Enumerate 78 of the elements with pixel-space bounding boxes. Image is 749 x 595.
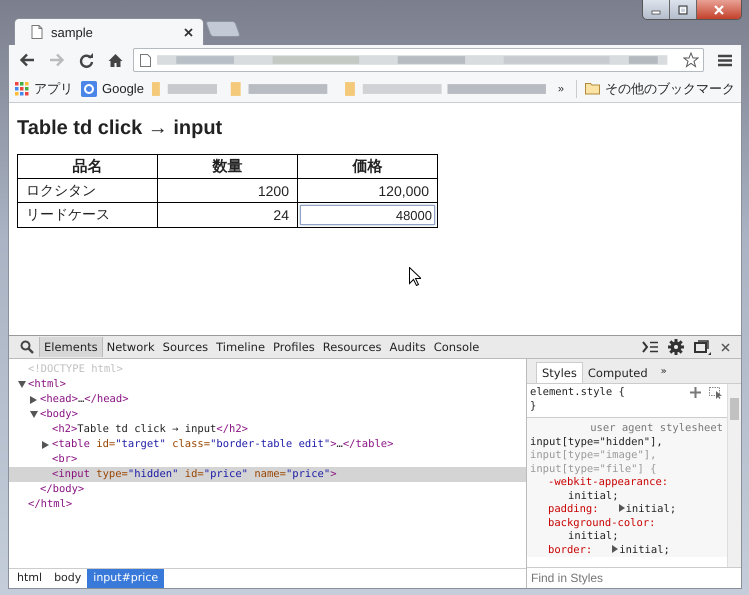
devtools-tab[interactable]: Audits bbox=[386, 337, 430, 357]
dom-node[interactable]: </html> bbox=[9, 497, 526, 512]
styles-tab[interactable]: Styles bbox=[536, 362, 583, 383]
table-cell[interactable]: 1200 bbox=[158, 178, 298, 202]
star-icon[interactable] bbox=[683, 52, 699, 68]
disclosure-triangle-icon[interactable] bbox=[18, 381, 26, 388]
styles-tab[interactable]: Computed bbox=[582, 363, 653, 383]
dom-node[interactable]: <body> bbox=[9, 407, 526, 422]
close-button[interactable] bbox=[697, 0, 741, 19]
dom-node[interactable]: <h2>Table td click → input</h2> bbox=[9, 422, 526, 437]
breadcrumb[interactable]: input#price bbox=[87, 569, 164, 588]
console-drawer-icon[interactable] bbox=[642, 341, 658, 353]
expand-triangle-icon[interactable] bbox=[612, 544, 618, 552]
other-bookmarks[interactable]: その他のブックマーク bbox=[576, 80, 735, 98]
bookmarks-overflow[interactable]: » bbox=[558, 82, 564, 94]
dom-node[interactable]: </body> bbox=[9, 482, 526, 497]
home-icon[interactable] bbox=[108, 52, 123, 68]
maximize-icon bbox=[677, 4, 689, 14]
disclosure-triangle-icon[interactable] bbox=[30, 396, 37, 404]
devtools-tab[interactable]: Resources bbox=[318, 337, 386, 357]
dom-node[interactable]: <html> bbox=[9, 377, 526, 392]
maximize-button[interactable] bbox=[670, 0, 697, 19]
disclosure-triangle-icon[interactable] bbox=[42, 441, 49, 449]
close-icon[interactable] bbox=[184, 28, 193, 36]
expand-triangle-icon[interactable] bbox=[618, 504, 625, 512]
disclosure-triangle-icon[interactable] bbox=[30, 411, 38, 418]
element-picker-icon[interactable] bbox=[709, 386, 723, 399]
bookmark-item[interactable]: アプリ bbox=[15, 80, 73, 98]
column-header: 価格 bbox=[298, 154, 438, 178]
column-header: 品名 bbox=[18, 154, 158, 178]
browser-tab[interactable]: sample bbox=[14, 18, 204, 45]
css-brace: } bbox=[530, 400, 538, 413]
dom-node[interactable]: <br> bbox=[9, 452, 526, 467]
page-heading: Table td click → input bbox=[17, 117, 224, 140]
devtools-tab[interactable]: Console bbox=[430, 337, 484, 357]
dom-node[interactable]: <table id="target" class="border-table edit">…</table> bbox=[9, 437, 526, 452]
column-header: 数量 bbox=[158, 154, 298, 178]
stylesheet-origin: user agent stylesheet bbox=[589, 422, 723, 436]
bookmark-item[interactable]: Google bbox=[81, 80, 144, 96]
back-icon[interactable] bbox=[19, 53, 35, 67]
close-icon bbox=[713, 4, 725, 14]
dom-node[interactable]: <head>…</head> bbox=[9, 392, 526, 407]
minimize-button[interactable] bbox=[643, 0, 670, 19]
more-tabs-button[interactable]: » bbox=[652, 366, 675, 383]
page-icon bbox=[140, 54, 151, 66]
apps-grid-icon bbox=[15, 82, 29, 96]
css-selector: input[type="hidden"], bbox=[530, 436, 664, 449]
settings-icon[interactable] bbox=[668, 339, 684, 355]
table-cell[interactable]: ロクシタン bbox=[18, 178, 158, 202]
table-cell[interactable]: 24 bbox=[158, 202, 298, 228]
css-property: border: initial; bbox=[547, 544, 671, 557]
tab-title: sample bbox=[51, 24, 94, 40]
page-icon bbox=[31, 25, 43, 39]
scrollbar[interactable] bbox=[727, 384, 741, 567]
dom-node[interactable]: <input type="hidden" id="price" name="price"> bbox=[9, 467, 526, 482]
css-property: padding: initial; bbox=[547, 503, 678, 516]
table-cell[interactable]: リードケース bbox=[18, 202, 158, 228]
breadcrumb[interactable]: body bbox=[48, 569, 88, 588]
css-selector: input[type="image"], bbox=[530, 449, 658, 462]
close-icon[interactable] bbox=[721, 342, 730, 352]
breadcrumb[interactable]: html bbox=[11, 569, 48, 588]
folder-icon bbox=[585, 82, 600, 95]
devtools-tab[interactable]: Sources bbox=[158, 337, 212, 357]
css-selector: element.style { bbox=[530, 386, 625, 400]
search-icon[interactable] bbox=[20, 340, 34, 354]
mouse-pointer-icon bbox=[409, 267, 421, 286]
menu-icon[interactable] bbox=[718, 54, 732, 66]
reload-icon[interactable] bbox=[79, 52, 94, 68]
css-property: -webkit-appearance: initial; bbox=[547, 476, 670, 503]
css-selector: input[type="file"] { bbox=[530, 462, 658, 476]
css-property: background-color: initial; bbox=[547, 516, 656, 544]
table-cell[interactable]: 120,000 bbox=[298, 178, 438, 202]
devtools-tab[interactable]: Profiles bbox=[269, 337, 319, 357]
dock-icon[interactable] bbox=[694, 340, 711, 354]
devtools-tab[interactable]: Network bbox=[102, 337, 159, 357]
devtools-tab[interactable]: Timeline bbox=[212, 337, 270, 357]
devtools-tab[interactable]: Elements bbox=[39, 337, 103, 357]
plus-icon[interactable] bbox=[690, 387, 701, 398]
